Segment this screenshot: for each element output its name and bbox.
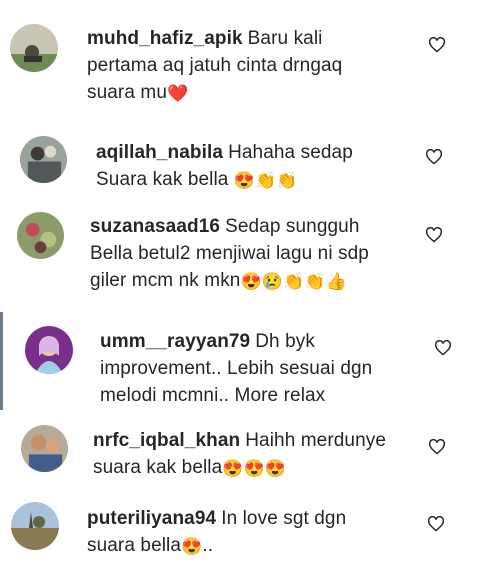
heart-outline-icon[interactable] <box>428 37 446 53</box>
emoji: 😍 <box>181 537 203 556</box>
heart-outline-icon[interactable] <box>425 149 443 165</box>
heart-outline-icon[interactable] <box>428 439 446 455</box>
avatar[interactable] <box>17 212 64 259</box>
thread-indicator-bar <box>0 312 3 410</box>
heart-outline-icon[interactable] <box>427 516 445 532</box>
comment-username[interactable]: puteriliyana94 <box>87 508 216 529</box>
comment-username[interactable]: umm__rayyan79 <box>100 331 250 352</box>
avatar[interactable] <box>20 136 67 183</box>
avatar[interactable] <box>11 502 59 550</box>
avatar[interactable] <box>21 425 68 472</box>
comment-text: puteriliyana94 In love sgt dgn suara bell… <box>87 505 387 559</box>
emoji: 😍😢👏👏👍 <box>240 272 347 291</box>
comment-username[interactable]: nrfc_iqbal_khan <box>93 430 240 451</box>
emoji: ❤️ <box>167 84 189 103</box>
avatar[interactable] <box>10 24 58 72</box>
comment-text: muhd_hafiz_apik Baru kali pertama aq jatu… <box>87 25 357 106</box>
emoji: 😍😍😍 <box>222 459 287 478</box>
comment-username[interactable]: aqillah_nabila <box>96 142 223 163</box>
avatar[interactable] <box>25 326 73 374</box>
comment-text: umm__rayyan79 Dh byk improvement.. Lebih … <box>100 328 400 409</box>
heart-outline-icon[interactable] <box>434 340 452 356</box>
comment-text: suzanasaad16 Sedap sungguh Bella betul2 m… <box>90 213 390 294</box>
comment-text: nrfc_iqbal_khan Haihh merdunye suara kak … <box>93 427 393 481</box>
comment-text: aqillah_nabila Hahaha sedap Suara kak bel… <box>96 139 366 193</box>
comment-trailing: .. <box>202 535 214 556</box>
heart-outline-icon[interactable] <box>425 227 443 243</box>
emoji: 😍👏👏 <box>233 171 298 190</box>
comment-username[interactable]: muhd_hafiz_apik <box>87 28 243 49</box>
comment-username[interactable]: suzanasaad16 <box>90 216 220 237</box>
